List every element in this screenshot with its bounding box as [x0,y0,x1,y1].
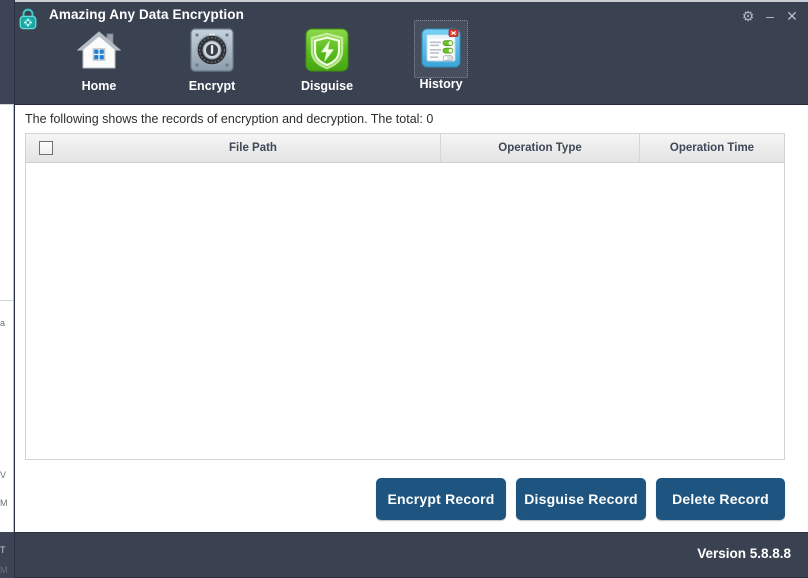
background-sliver-text: M [0,565,8,575]
content-area: The following shows the records of encry… [15,105,808,532]
records-table: File Path Operation Type Operation Time [25,133,785,460]
background-sliver-text: V [0,470,7,480]
select-all-header-cell[interactable] [26,134,66,162]
background-window-sliver-header [0,0,14,104]
background-sliver-divider [0,104,13,105]
toolbar-label-disguise: Disguise [300,79,354,93]
background-sliver-divider [0,300,13,301]
application-window: Amazing Any Data Encryption ⚙ – ✕ Home E… [14,0,808,578]
column-header-operation-type[interactable]: Operation Type [441,134,640,162]
toolbar-label-home: Home [81,79,117,93]
main-toolbar: Home Encrypt Disguise History [15,20,808,104]
select-all-checkbox[interactable] [39,141,53,155]
background-sliver-text: a [0,318,6,328]
status-footer: Version 5.8.8.8 [15,532,808,577]
background-sliver-text: T [0,545,6,555]
toolbar-item-disguise[interactable]: Disguise [279,22,375,93]
column-header-operation-time[interactable]: Operation Time [640,134,784,162]
version-label: Version 5.8.8.8 [697,546,791,561]
toolbar-label-history: History [419,77,463,91]
table-header-row: File Path Operation Type Operation Time [26,134,784,163]
delete-record-button[interactable]: Delete Record [656,478,785,520]
green-shield-icon [302,25,352,75]
table-body-empty [26,163,784,459]
column-header-file-path[interactable]: File Path [66,134,441,162]
toolbar-item-home[interactable]: Home [51,22,147,93]
toolbar-item-history[interactable]: History [393,20,489,91]
house-icon [74,25,124,75]
toolbar-item-encrypt[interactable]: Encrypt [164,22,260,93]
encrypt-record-button[interactable]: Encrypt Record [376,478,506,520]
safe-dial-icon [187,25,237,75]
disguise-record-button[interactable]: Disguise Record [516,478,646,520]
history-list-icon [416,23,466,73]
action-button-bar: Encrypt Record Disguise Record Delete Re… [15,478,808,530]
window-title: Amazing Any Data Encryption [49,7,244,22]
records-info-text: The following shows the records of encry… [25,112,434,126]
background-sliver-text: M [0,498,8,508]
title-bar: Amazing Any Data Encryption ⚙ – ✕ Home E… [15,0,808,105]
toolbar-label-encrypt: Encrypt [188,79,236,93]
